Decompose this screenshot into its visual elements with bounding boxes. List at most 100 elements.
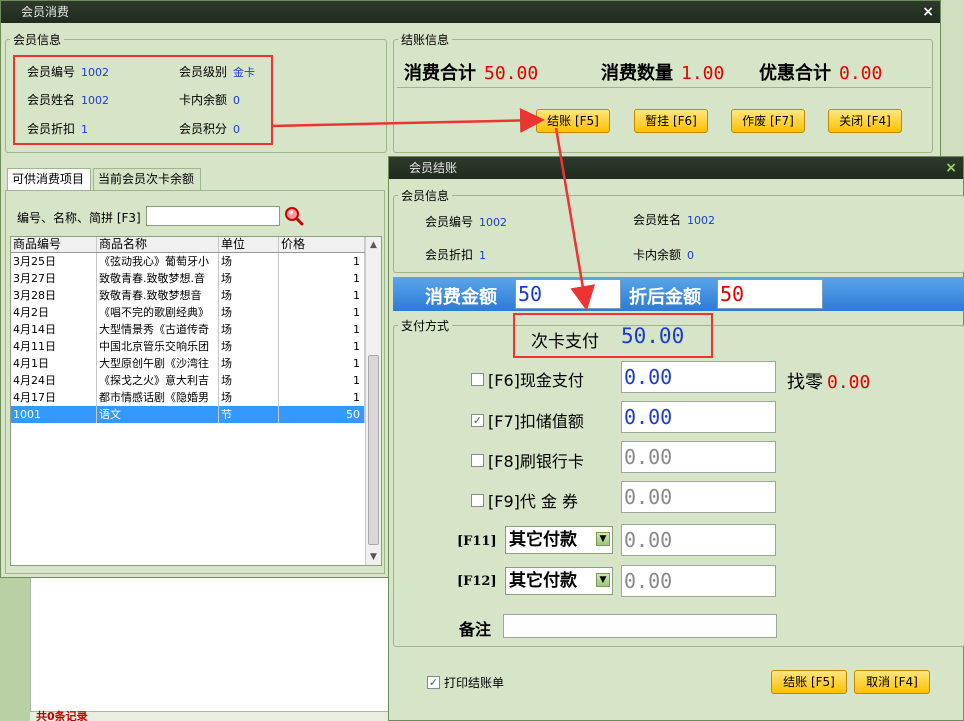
- print-receipt-checkbox[interactable]: ✓: [427, 676, 440, 689]
- table-cell: 大型情景秀《古道传奇: [97, 321, 219, 338]
- bank-card-input[interactable]: 0.00: [621, 441, 776, 473]
- divider: [397, 87, 931, 88]
- chevron-down-icon[interactable]: ▼: [596, 573, 610, 587]
- table-cell: 大型原创午剧《沙湾往: [97, 355, 219, 372]
- tab-card-balance[interactable]: 当前会员次卡余额: [93, 168, 201, 190]
- scrollbar[interactable]: ▲ ▼: [365, 237, 381, 565]
- memo-input[interactable]: [503, 614, 777, 638]
- table-cell: 场: [219, 287, 279, 304]
- table-cell: 3月25日: [11, 253, 97, 270]
- table-row[interactable]: 4月1日 大型原创午剧《沙湾往场 1: [11, 355, 381, 372]
- table-cell: 1: [279, 372, 365, 389]
- dialog-member-id: 会员编号 1002: [425, 215, 508, 229]
- chevron-down-icon[interactable]: ▼: [596, 532, 610, 546]
- cash-pay-label[interactable]: [F6]现金支付: [471, 367, 584, 391]
- table-row[interactable]: 3月28日 致敬青春.致敬梦想音场 1: [11, 287, 381, 304]
- background-list-area: [30, 578, 388, 713]
- print-receipt-option[interactable]: ✓ 打印结账单: [427, 674, 504, 691]
- dialog-title: 会员结账: [409, 161, 458, 175]
- stored-value-checkbox[interactable]: ✓: [471, 413, 484, 427]
- table-row[interactable]: 4月2日 《唱不完的歌剧经典》场 1: [11, 304, 381, 321]
- table-cell: 致敬青春.致敬梦想音: [97, 287, 219, 304]
- close-icon[interactable]: ×: [922, 1, 934, 23]
- table-cell: 4月17日: [11, 389, 97, 406]
- table-header: 商品编号 商品名称 单位 价格: [11, 237, 381, 253]
- table-cell: 3月28日: [11, 287, 97, 304]
- table-row[interactable]: 4月14日 大型情景秀《古道传奇场 1: [11, 321, 381, 338]
- table-cell: 1001: [11, 406, 97, 423]
- void-button[interactable]: 作废 [F7]: [731, 109, 805, 133]
- table-cell: 3月27日: [11, 270, 97, 287]
- voucher-input[interactable]: 0.00: [621, 481, 776, 513]
- close-icon[interactable]: ×: [945, 157, 957, 179]
- consumption-amount-input[interactable]: 50: [515, 279, 621, 309]
- search-icon[interactable]: [284, 206, 304, 226]
- table-cell: 1: [279, 338, 365, 355]
- card-pay-label: 次卡支付: [531, 332, 599, 352]
- amount-bar: 消费金额 50 折后金额 50: [393, 277, 964, 311]
- table-body: 3月25日 《弦动我心》葡萄牙小场 1 3月27日 致敬青春.致敬梦想.音场 1 3月28日…: [11, 253, 381, 423]
- header-name[interactable]: 商品名称: [97, 237, 219, 252]
- table-cell: 场: [219, 304, 279, 321]
- search-input[interactable]: [146, 206, 280, 226]
- table-cell: 4月2日: [11, 304, 97, 321]
- table-cell: 4月24日: [11, 372, 97, 389]
- table-cell: 场: [219, 355, 279, 372]
- table-cell: 1: [279, 304, 365, 321]
- card-pay-value: 50.00: [621, 324, 685, 348]
- table-cell: 《探戈之火》意大利吉: [97, 372, 219, 389]
- table-row[interactable]: 4月17日 都市情感话剧《隐婚男场 1: [11, 389, 381, 406]
- voucher-pay-label[interactable]: [F9]代 金 券: [471, 488, 578, 512]
- dialog-member-discount: 会员折扣 1: [425, 248, 487, 262]
- search-label: 编号、名称、简拼 [F3]: [17, 211, 141, 225]
- bank-card-pay-label[interactable]: [F8]刷银行卡: [471, 448, 584, 472]
- stored-value-pay-label[interactable]: ✓ [F7]扣储值额: [471, 408, 584, 432]
- dialog-titlebar: 会员结账 ×: [389, 157, 963, 179]
- scroll-thumb[interactable]: [368, 355, 379, 545]
- other-payment-select-2[interactable]: 其它付款 ▼: [505, 567, 613, 595]
- dialog-member-info-legend: 会员信息: [401, 189, 450, 203]
- table-cell: 致敬青春.致敬梦想.音: [97, 270, 219, 287]
- voucher-checkbox[interactable]: [471, 493, 484, 507]
- tab-available-items[interactable]: 可供消费项目: [7, 168, 91, 190]
- table-cell: 1: [279, 321, 365, 338]
- stored-value-input[interactable]: 0.00: [621, 401, 776, 433]
- header-price[interactable]: 价格: [279, 237, 365, 252]
- scroll-down-icon[interactable]: ▼: [366, 549, 381, 565]
- other-payment-select-1[interactable]: 其它付款 ▼: [505, 526, 613, 554]
- header-code[interactable]: 商品编号: [11, 237, 97, 252]
- window-title: 会员消费: [21, 5, 70, 19]
- hold-button[interactable]: 暂挂 [F6]: [634, 109, 708, 133]
- checkout-button[interactable]: 结账 [F5]: [536, 109, 610, 133]
- close-button[interactable]: 关闭 [F4]: [828, 109, 902, 133]
- other-payment-input-2[interactable]: 0.00: [621, 565, 776, 597]
- cash-pay-checkbox[interactable]: [471, 372, 484, 386]
- payment-method-legend: 支付方式: [401, 319, 450, 333]
- bank-card-checkbox[interactable]: [471, 453, 484, 467]
- scroll-up-icon[interactable]: ▲: [366, 237, 381, 253]
- checkout-info-group: 结账信息: [393, 31, 933, 153]
- record-count: 共0条记录: [36, 710, 88, 721]
- table-row[interactable]: 3月27日 致敬青春.致敬梦想.音场 1: [11, 270, 381, 287]
- table-cell: 4月1日: [11, 355, 97, 372]
- cash-pay-input[interactable]: 0.00: [621, 361, 776, 393]
- table-cell: 中国北京管乐交响乐团: [97, 338, 219, 355]
- total-amount: 消费合计 50.00: [404, 63, 539, 84]
- table-row[interactable]: 4月24日 《探戈之火》意大利吉场 1: [11, 372, 381, 389]
- table-row[interactable]: 1001 语文节 50: [11, 406, 381, 423]
- table-cell: 1: [279, 253, 365, 270]
- table-cell: 1: [279, 389, 365, 406]
- window-titlebar: 会员消费 ×: [1, 1, 940, 23]
- member-checkout-dialog: 会员结账 × 会员信息 会员编号 1002 会员姓名 1002 会员折扣 1 卡内余额…: [388, 156, 964, 721]
- background-sidebar: [0, 578, 30, 721]
- after-discount-input[interactable]: 50: [717, 279, 823, 309]
- cancel-button[interactable]: 取消 [F4]: [854, 670, 930, 694]
- table-row[interactable]: 3月25日 《弦动我心》葡萄牙小场 1: [11, 253, 381, 270]
- table-cell: 场: [219, 321, 279, 338]
- total-discount: 优惠合计 0.00: [759, 63, 883, 84]
- header-unit[interactable]: 单位: [219, 237, 279, 252]
- other-payment-input-1[interactable]: 0.00: [621, 524, 776, 556]
- table-row[interactable]: 4月11日 中国北京管乐交响乐团场 1: [11, 338, 381, 355]
- confirm-checkout-button[interactable]: 结账 [F5]: [771, 670, 847, 694]
- f11-key-label: [F11]: [457, 534, 497, 549]
